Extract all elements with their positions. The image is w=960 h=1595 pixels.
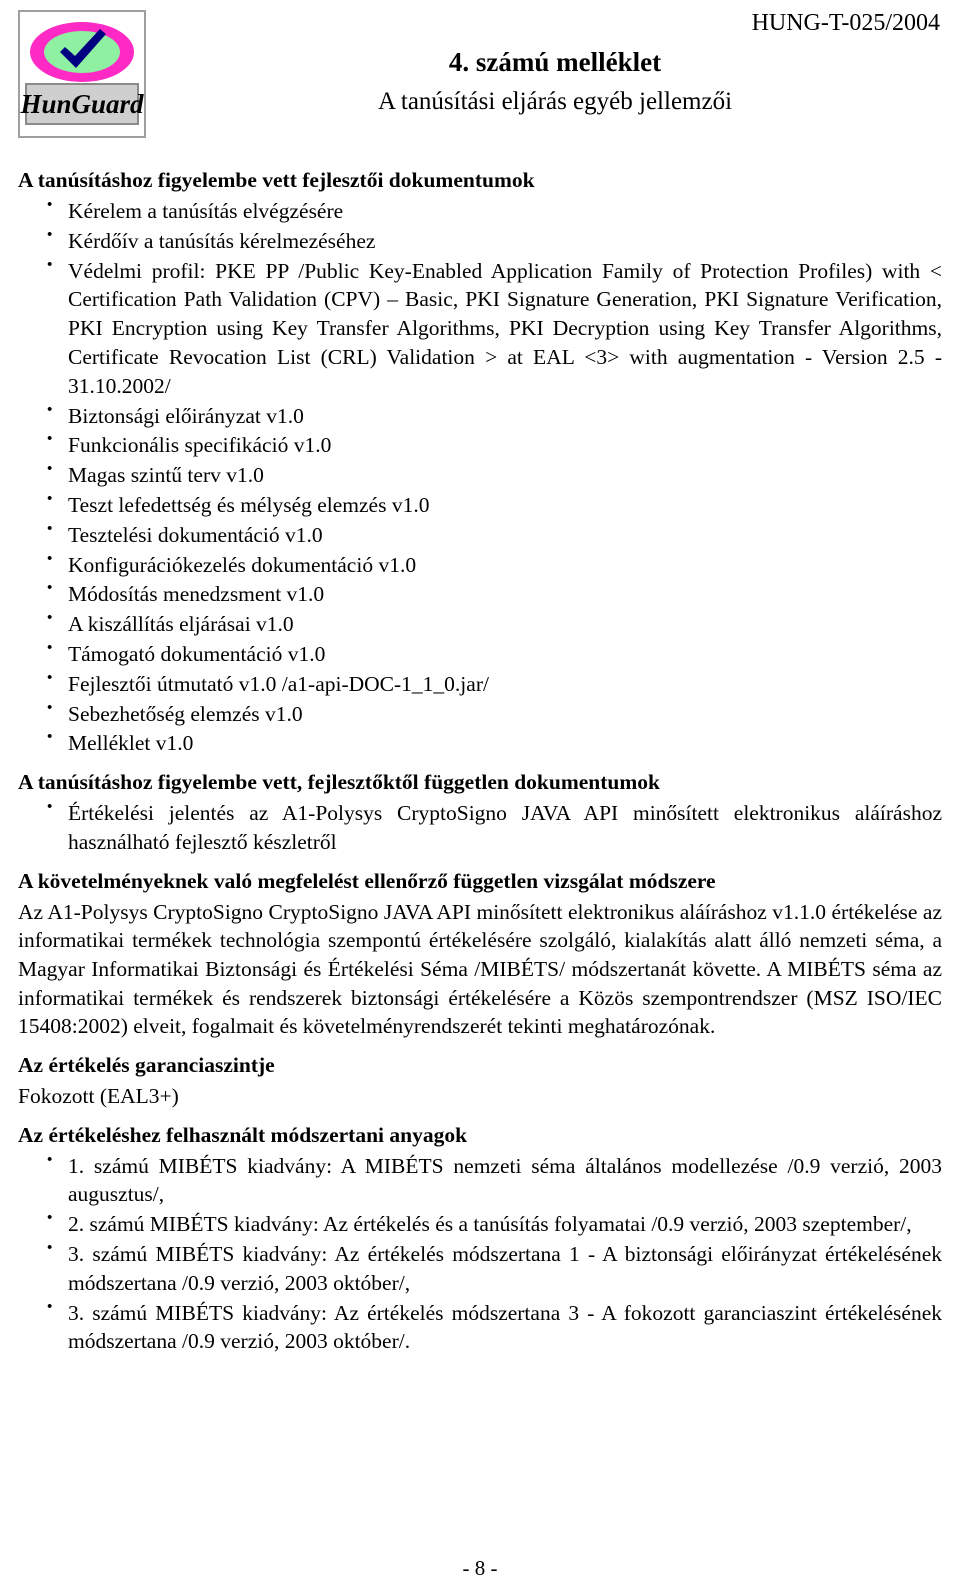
page-footer: - 8 - bbox=[462, 1556, 498, 1580]
materials-heading: Az értékeléshez felhasznált módszertani … bbox=[18, 1122, 468, 1147]
list-item: 1. számú MIBÉTS kiadvány: A MIBÉTS nemze… bbox=[18, 1143, 942, 1210]
page-title: 4. számú melléklet bbox=[448, 47, 662, 77]
list-item: Kérelem a tanúsítás elvégzésére bbox=[18, 188, 942, 226]
page-subtitle: A tanúsítási eljárás egyéb jellemzői bbox=[377, 87, 733, 115]
list-item: 3. számú MIBÉTS kiadvány: Az értékelés m… bbox=[18, 1231, 942, 1298]
list-item: Tesztelési dokumentáció v1.0 bbox=[18, 512, 942, 550]
list-item: Fejlesztői útmutató v1.0 /a1-api-DOC-1_1… bbox=[18, 661, 942, 699]
hunguard-logo-graphic: HunGuard bbox=[20, 12, 144, 136]
list-item: 2. számú MIBÉTS kiadvány: Az értékelés é… bbox=[18, 1201, 942, 1239]
list-item: Konfigurációkezelés dokumentáció v1.0 bbox=[18, 542, 942, 580]
document-page: HunGuard HUNG-T-025/2004 4. számú mellék… bbox=[0, 0, 960, 1595]
hunguard-logo: HunGuard bbox=[18, 10, 146, 138]
list-item: Sebezhetőség elemzés v1.0 bbox=[18, 691, 942, 729]
list-item: Funkcionális specifikáció v1.0 bbox=[18, 422, 942, 460]
dev-docs-heading: A tanúsításhoz figyelembe vett fejlesztő… bbox=[18, 168, 535, 192]
list-item: Értékelési jelentés az A1-Polysys Crypto… bbox=[18, 790, 942, 857]
document-code: HUNG-T-025/2004 bbox=[751, 10, 940, 36]
page-header: HunGuard HUNG-T-025/2004 4. számú mellék… bbox=[18, 8, 942, 156]
dev-docs-list: Kérelem a tanúsítás elvégzésére Kérdőív … bbox=[18, 188, 942, 758]
svg-text:HunGuard: HunGuard bbox=[20, 89, 144, 119]
title-block: 4. számú melléklet A tanúsítási eljárás … bbox=[168, 46, 942, 119]
list-item: Teszt lefedettség és mélység elemzés v1.… bbox=[18, 482, 942, 520]
list-item: Kérdőív a tanúsítás kérelmezéséhez bbox=[18, 218, 942, 256]
list-item: 3. számú MIBÉTS kiadvány: Az értékelés m… bbox=[18, 1290, 942, 1357]
method-heading: A követelményeknek való megfelelést elle… bbox=[18, 868, 716, 893]
list-item: Magas szintű terv v1.0 bbox=[18, 452, 942, 490]
assurance-value: Fokozott (EAL3+) bbox=[18, 1083, 179, 1108]
materials-list: 1. számú MIBÉTS kiadvány: A MIBÉTS nemze… bbox=[18, 1143, 942, 1357]
list-item: Támogató dokumentáció v1.0 bbox=[18, 631, 942, 669]
list-item: Melléklet v1.0 bbox=[18, 720, 942, 758]
list-item: Módosítás menedzsment v1.0 bbox=[18, 571, 942, 609]
independent-docs-heading: A tanúsításhoz figyelembe vett, fejleszt… bbox=[18, 770, 660, 795]
list-item: Biztonsági előirányzat v1.0 bbox=[18, 393, 942, 431]
assurance-heading: Az értékelés garanciaszintje bbox=[18, 1052, 275, 1077]
method-paragraph: Az A1-Polysys CryptoSigno CryptoSigno JA… bbox=[18, 899, 942, 1039]
list-item: A kiszállítás eljárásai v1.0 bbox=[18, 601, 942, 639]
independent-docs-list: Értékelési jelentés az A1-Polysys Crypto… bbox=[18, 790, 942, 857]
list-item: Védelmi profil: PKE PP /Public Key-Enabl… bbox=[18, 248, 942, 401]
